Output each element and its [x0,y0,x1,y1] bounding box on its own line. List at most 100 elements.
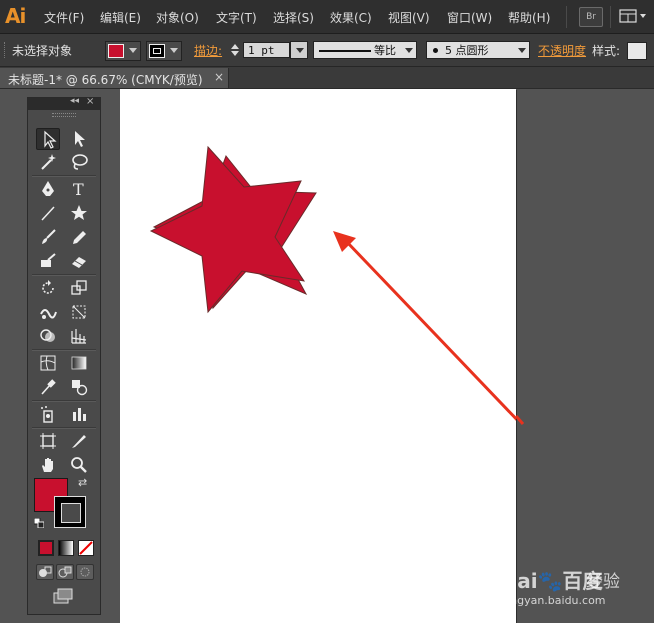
round-brush-icon [433,48,438,53]
graphic-style-swatch[interactable] [627,42,647,60]
tool-separator [32,274,96,276]
artboard[interactable] [120,89,516,623]
menu-effect[interactable]: 效果(C) [330,9,372,26]
menu-type[interactable]: 文字(T) [216,9,257,26]
selection-status: 未选择对象 [12,44,73,58]
tool-separator [32,427,96,429]
perspective-grid-icon [71,329,87,344]
menu-object[interactable]: 对象(O) [156,9,199,26]
shape-builder-tool[interactable] [36,325,60,347]
pencil-icon [73,231,86,244]
default-fill-stroke-icon[interactable] [34,518,44,528]
style-label: 样式: [592,44,621,58]
scale-tool[interactable] [67,277,91,299]
rotate-icon [42,280,54,294]
draw-normal-button[interactable] [36,564,54,580]
tools-panel-grip[interactable] [52,113,76,117]
line-segment-icon [41,206,55,221]
star-tool[interactable] [67,202,91,224]
eraser-icon [72,257,86,268]
screen-mode-button[interactable] [52,588,74,604]
menu-file[interactable]: 文件(F) [44,9,84,26]
variable-width-profile-dropdown[interactable]: 等比 [313,41,417,59]
workspace-switcher-button[interactable] [618,8,648,24]
bridge-button[interactable]: Br [579,7,603,27]
direct-selection-tool[interactable] [67,128,91,150]
warp-tool[interactable] [36,301,60,323]
blob-brush-tool[interactable] [36,250,60,272]
perspective-grid-tool[interactable] [67,325,91,347]
stroke-weight-dropdown[interactable] [290,41,308,59]
free-transform-tool[interactable] [67,301,91,323]
menu-separator [610,6,611,28]
mesh-tool[interactable] [36,352,60,374]
baidu-jingyan-watermark: Bai🐾百度 经验 jingyan.baidu.com [490,553,650,613]
stroke-color-dropdown[interactable] [146,41,182,61]
column-graph-tool[interactable] [67,403,91,425]
close-icon[interactable]: × [86,96,94,107]
annotation-arrow-tail [516,415,525,425]
stroke-panel-link[interactable]: 描边: [194,42,222,59]
color-mode-button[interactable] [38,540,54,556]
stroke-color-box[interactable] [54,496,86,528]
star-icon [71,205,87,220]
stroke-weight-stepper[interactable] [229,42,241,58]
menu-bar: Ai 文件(F) 编辑(E) 对象(O) 文字(T) 选择(S) 效果(C) 视… [0,0,654,34]
artboard-icon [40,433,56,449]
selection-arrow-icon [44,130,57,149]
pen-tool[interactable] [36,178,60,200]
type-tool[interactable]: T [67,178,91,200]
slice-tool[interactable] [67,430,91,452]
draw-inside-button[interactable] [76,564,94,580]
control-bar-grip[interactable] [4,42,8,58]
menu-view[interactable]: 视图(V) [388,9,430,26]
document-tab-title: 未标题-1* @ 66.67% (CMYK/预览) [8,73,203,87]
watermark-product: 经验 [586,572,620,592]
close-icon[interactable]: × [214,70,224,84]
artboard-tool[interactable] [36,430,60,452]
none-mode-button[interactable] [78,540,94,556]
stroke-inner [61,503,81,523]
menu-select[interactable]: 选择(S) [273,9,314,26]
menu-help[interactable]: 帮助(H) [508,9,550,26]
symbol-sprayer-tool[interactable] [36,403,60,425]
gradient-tool[interactable] [67,352,91,374]
screen-mode-icon [53,588,73,604]
lasso-icon [72,154,88,170]
selection-tool[interactable] [36,128,60,150]
hand-tool[interactable] [36,454,60,476]
rotate-tool[interactable] [36,277,60,299]
fill-color-dropdown[interactable] [105,41,141,61]
brush-label: 5 点圆形 [445,44,489,57]
annotation-arrow-line [344,239,516,421]
fill-swatch [108,44,124,58]
eyedropper-tool[interactable] [36,376,60,398]
magic-wand-tool[interactable] [36,151,60,173]
profile-line-icon [319,50,371,52]
paintbrush-tool[interactable] [36,226,60,248]
artboard-canvas [149,145,516,421]
brush-definition-dropdown[interactable]: 5 点圆形 [426,41,530,59]
swap-fill-stroke-icon[interactable]: ⇄ [78,476,87,489]
gradient-mode-button[interactable] [58,540,74,556]
chevron-down-icon [518,48,526,53]
draw-behind-button[interactable] [56,564,74,580]
none-slash-icon [79,541,93,555]
pencil-tool[interactable] [67,226,91,248]
eraser-tool[interactable] [67,250,91,272]
collapse-icon[interactable]: ◂◂ [70,96,79,106]
profile-label: 等比 [374,44,396,57]
line-segment-tool[interactable] [36,202,60,224]
document-tab[interactable]: 未标题-1* @ 66.67% (CMYK/预览) × [0,68,229,88]
stroke-weight-input[interactable]: 1 pt [243,42,290,58]
chevron-down-icon [405,48,413,53]
chevron-down-icon [296,48,304,53]
opacity-panel-link[interactable]: 不透明度 [538,42,586,59]
zoom-tool[interactable] [67,454,91,476]
menu-edit[interactable]: 编辑(E) [100,9,141,26]
document-tab-bar: 未标题-1* @ 66.67% (CMYK/预览) × [0,67,654,89]
lasso-tool[interactable] [67,151,91,173]
blend-tool[interactable] [67,376,91,398]
menu-window[interactable]: 窗口(W) [447,9,492,26]
tools-panel-header[interactable]: ◂◂ × [28,96,100,110]
